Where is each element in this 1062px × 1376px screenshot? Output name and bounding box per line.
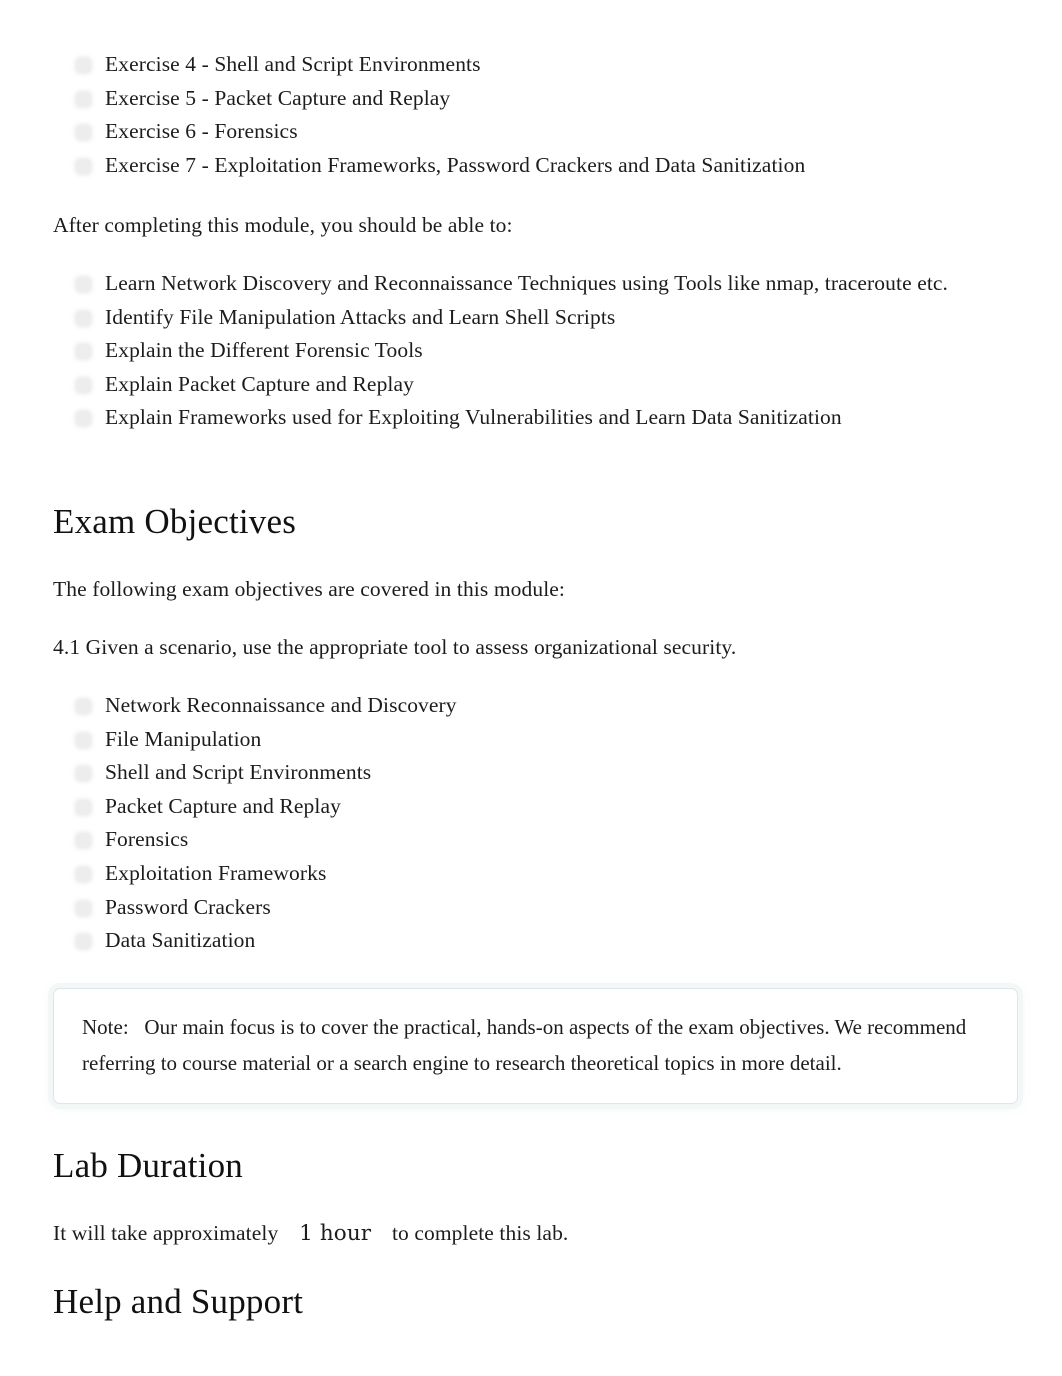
list-item: Exercise 6 - Forensics: [53, 115, 805, 149]
exam-objectives-heading: Exam Objectives: [53, 502, 297, 541]
list-item-label: Exercise 5 - Packet Capture and Replay: [105, 85, 451, 110]
list-item: Explain the Different Forensic Tools: [53, 334, 948, 368]
note-paragraph: Note: Our main focus is to cover the pra…: [82, 1010, 989, 1081]
list-item: Exploitation Frameworks: [53, 857, 457, 891]
bullet-square-icon: [77, 733, 90, 747]
list-item-label: Packet Capture and Replay: [105, 793, 341, 818]
document-page: Exercise 4 - Shell and Script Environmen…: [0, 0, 1062, 1376]
bullet-square-icon: [77, 901, 90, 915]
bullet-square-icon: [77, 311, 90, 325]
list-item: Packet Capture and Replay: [53, 790, 457, 824]
bullet-square-icon: [77, 867, 90, 881]
bullet-square-icon: [77, 378, 90, 392]
list-item-label: Exercise 7 - Exploitation Frameworks, Pa…: [105, 152, 806, 177]
list-item-label: Forensics: [105, 827, 189, 852]
bullet-square-icon: [77, 159, 90, 173]
lab-duration-paragraph: It will take approximately 1 hour to com…: [53, 1217, 568, 1251]
list-item-label: Learn Network Discovery and Reconnaissan…: [105, 271, 949, 295]
list-item: Explain Frameworks used for Exploiting V…: [53, 401, 948, 435]
lab-duration-heading: Lab Duration: [53, 1146, 243, 1185]
bullet-square-icon: [77, 92, 90, 106]
list-item-label: Explain Packet Capture and Replay: [105, 371, 414, 396]
exercise-list: Exercise 4 - Shell and Script Environmen…: [53, 48, 805, 182]
list-item-label: Explain the Different Forensic Tools: [105, 338, 423, 363]
bullet-square-icon: [77, 278, 90, 291]
list-item-label: Network Reconnaissance and Discovery: [105, 693, 457, 717]
exam-objectives-list: Network Reconnaissance and Discovery Fil…: [53, 689, 457, 958]
note-label: Note:: [82, 1015, 129, 1039]
list-item-label: Data Sanitization: [105, 928, 256, 953]
list-item: Explain Packet Capture and Replay: [53, 368, 948, 402]
list-item: Shell and Script Environments: [53, 756, 457, 790]
exam-objectives-intro: The following exam objectives are covere…: [53, 577, 565, 601]
list-item: Exercise 4 - Shell and Script Environmen…: [53, 48, 805, 82]
bullet-square-icon: [77, 412, 90, 426]
note-callout-box: Note: Our main focus is to cover the pra…: [53, 988, 1018, 1104]
list-item: Forensics: [53, 823, 457, 857]
list-item: Exercise 5 - Packet Capture and Replay: [53, 82, 805, 116]
list-item: Data Sanitization: [53, 924, 457, 958]
list-item-label: Shell and Script Environments: [105, 760, 372, 785]
lab-duration-suffix: to complete this lab.: [391, 1221, 569, 1245]
list-item: Learn Network Discovery and Reconnaissan…: [53, 267, 948, 301]
learning-objectives-list: Learn Network Discovery and Reconnaissan…: [53, 267, 948, 435]
note-text: Our main focus is to cover the practical…: [82, 1015, 967, 1075]
list-item-label: Password Crackers: [105, 894, 271, 919]
list-item: Exercise 7 - Exploitation Frameworks, Pa…: [53, 149, 805, 183]
bullet-square-icon: [77, 935, 90, 949]
list-item-label: File Manipulation: [105, 726, 262, 751]
list-item: File Manipulation: [53, 723, 457, 757]
bullet-square-icon: [77, 767, 90, 781]
bullet-square-icon: [77, 834, 90, 848]
list-item-label: Identify File Manipulation Attacks and L…: [105, 304, 616, 329]
exam-objective-number: 4.1 Given a scenario, use the appropriat…: [53, 635, 737, 659]
lab-duration-prefix: It will take approximately: [53, 1221, 279, 1245]
bullet-square-icon: [77, 700, 90, 713]
bullet-square-icon: [77, 345, 90, 359]
objectives-intro-paragraph: After completing this module, you should…: [53, 213, 513, 237]
list-item-label: Exercise 6 - Forensics: [105, 119, 298, 144]
bullet-square-icon: [77, 800, 90, 814]
lab-duration-value: 1 hour: [299, 1221, 372, 1246]
list-item: Password Crackers: [53, 891, 457, 925]
bullet-square-icon: [77, 126, 90, 140]
list-item-label: Explain Frameworks used for Exploiting V…: [105, 405, 842, 430]
list-item: Network Reconnaissance and Discovery: [53, 689, 457, 723]
help-and-support-heading: Help and Support: [53, 1282, 304, 1321]
list-item: Identify File Manipulation Attacks and L…: [53, 301, 948, 335]
list-item-label: Exploitation Frameworks: [105, 860, 327, 885]
list-item-label: Exercise 4 - Shell and Script Environmen…: [105, 52, 481, 76]
bullet-square-icon: [77, 59, 90, 72]
